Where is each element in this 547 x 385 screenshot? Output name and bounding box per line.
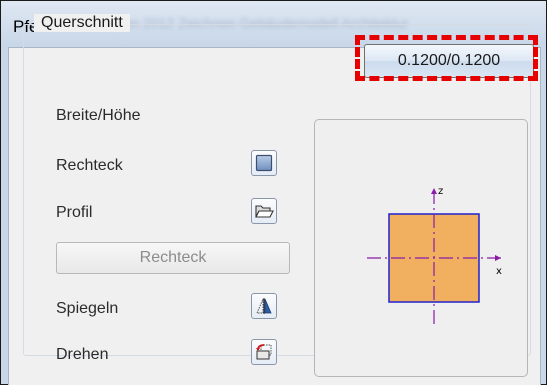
rechteck-button[interactable]: Rechteck xyxy=(56,242,290,274)
drehen-icon-button[interactable] xyxy=(251,339,277,365)
cross-section-preview: z x xyxy=(314,119,528,377)
rotate-icon xyxy=(256,344,272,360)
spiegeln-label: Spiegeln xyxy=(56,300,119,317)
mirror-icon xyxy=(256,298,272,314)
rechteck-label: Rechteck xyxy=(56,157,123,174)
group-title: Querschnitt xyxy=(34,14,130,32)
dialog-window: Pfette Allplan 2012 Zeichnen Gebäudemode… xyxy=(0,0,547,385)
z-axis-label: z xyxy=(438,186,443,197)
x-axis-arrow xyxy=(495,255,501,261)
highlight-box xyxy=(355,35,538,81)
profil-label: Profil xyxy=(56,204,93,221)
z-axis-arrow xyxy=(431,188,437,194)
square-icon xyxy=(255,154,273,172)
spiegeln-icon-button[interactable] xyxy=(251,293,277,319)
profil-icon-button[interactable] xyxy=(251,198,277,224)
drehen-label: Drehen xyxy=(56,346,109,363)
cross-section-drawing: z x xyxy=(367,186,502,326)
open-folder-icon xyxy=(255,205,274,218)
x-axis-label: x xyxy=(496,266,502,277)
rechteck-icon-button[interactable] xyxy=(251,150,277,176)
breite-hoehe-label: Breite/Höhe xyxy=(56,107,141,124)
